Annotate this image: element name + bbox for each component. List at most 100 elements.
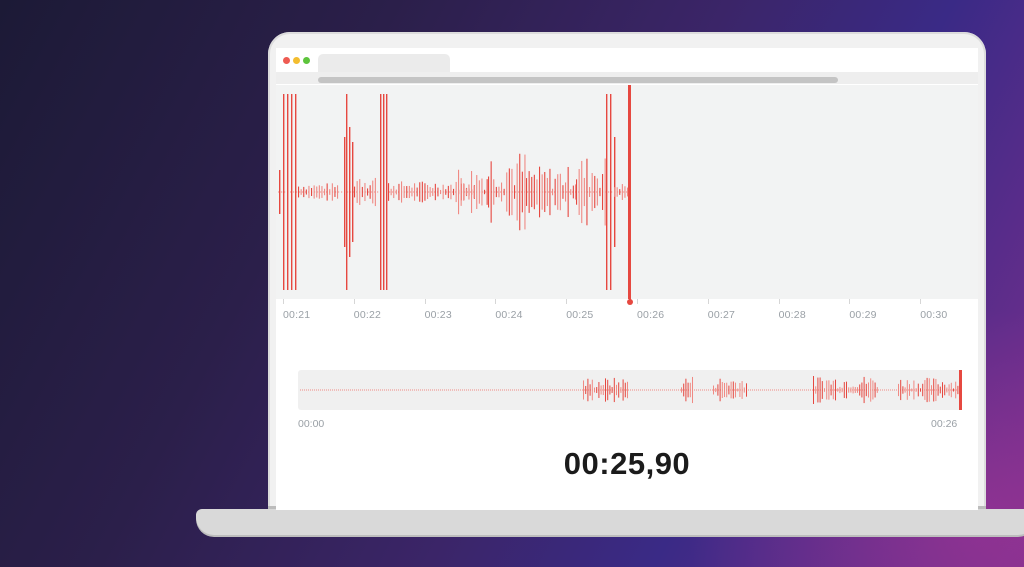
overview-bar [482, 389, 483, 391]
waveform-bar [331, 183, 333, 201]
overview-bar [516, 389, 517, 391]
timeline-label: 00:30 [920, 309, 948, 321]
overview-bar [750, 389, 751, 391]
browser-tab[interactable] [318, 54, 450, 72]
overview-bar [737, 388, 739, 392]
overview-bar [510, 389, 511, 391]
waveform-bar [516, 163, 518, 221]
overview-bar [876, 387, 878, 393]
overview-bar [758, 389, 759, 391]
waveform-bar [589, 187, 591, 197]
overview-bar [706, 389, 707, 391]
overview-bar [374, 389, 375, 391]
overview-waveform[interactable] [298, 370, 962, 410]
overview-bar [332, 389, 333, 391]
zoom-window-button[interactable] [303, 57, 310, 64]
overview-bar [591, 379, 593, 401]
waveform-bar [406, 186, 408, 198]
overview-bar [880, 389, 881, 391]
overview-bar [856, 389, 857, 391]
waveform-bar [557, 174, 559, 210]
waveform-bar [364, 182, 366, 202]
overview-bar [682, 389, 683, 391]
waveform-bar [445, 189, 447, 195]
overview-bar [420, 389, 421, 391]
timeline-label: 00:26 [637, 309, 665, 321]
overview-bar [500, 389, 501, 391]
overview-bar [522, 389, 523, 391]
minimize-window-button[interactable] [293, 57, 300, 64]
overview-bar [890, 389, 891, 391]
waveform-bar [293, 191, 295, 193]
horizontal-scrollbar[interactable] [318, 77, 838, 83]
overview-bar [782, 389, 783, 391]
waveform-bar [393, 185, 395, 199]
overview-bar [430, 389, 431, 391]
overview-bar [756, 389, 757, 391]
overview-bar [598, 382, 600, 398]
timeline-tick [920, 299, 922, 304]
waveform-bar [619, 189, 621, 195]
waveform-bar [458, 169, 460, 215]
waveform-bar [311, 188, 313, 196]
overview-bar [700, 389, 701, 391]
overview-bar [935, 378, 937, 402]
overview-bar [843, 382, 845, 398]
waveform-bar [604, 158, 606, 226]
overview-bar [666, 389, 667, 391]
overview-bar [957, 385, 959, 395]
overview-bar [490, 389, 491, 391]
overview-bar [578, 389, 579, 391]
waveform-bar [566, 191, 568, 193]
waveform-bar [369, 185, 371, 199]
overview-bar [717, 384, 719, 396]
waveform-bar [368, 191, 370, 193]
overview-bar [304, 389, 305, 391]
waveform-bar [514, 185, 516, 199]
overview-bar [814, 389, 815, 391]
overview-bar [514, 389, 515, 391]
overview-bar [398, 389, 399, 391]
overview-bar [836, 389, 837, 391]
playhead[interactable] [629, 85, 631, 301]
waveform-bar [453, 188, 455, 196]
overview-bar [948, 384, 950, 396]
waveform-bar [291, 94, 293, 290]
overview-bar [937, 384, 939, 396]
overview-bar [634, 389, 635, 391]
timeline-label: 00:24 [495, 309, 523, 321]
overview-bar [558, 389, 559, 391]
waveform-bar [359, 179, 361, 205]
overview-bar [356, 389, 357, 391]
overview-bar [808, 389, 809, 391]
overview-bar [656, 389, 657, 391]
overview-end-time: 00:26 [931, 418, 958, 430]
timeline-label: 00:23 [424, 309, 452, 321]
waveform-bar [414, 183, 416, 201]
overview-bar [928, 378, 930, 402]
overview-bar [678, 389, 679, 391]
overview-bar [630, 389, 631, 391]
waveform-bar [299, 191, 301, 193]
waveform-bar [497, 191, 499, 193]
overview-bar [784, 389, 785, 391]
waveform-editor[interactable] [276, 85, 978, 299]
title-bar [276, 48, 978, 72]
waveform-bar [424, 183, 426, 201]
overview-bar [342, 389, 343, 391]
overview-bar [583, 380, 584, 400]
overview-bar [732, 381, 734, 399]
overview-bar [904, 387, 906, 393]
waveform-bar [621, 184, 623, 200]
overview-bar [576, 389, 577, 391]
overview-bar [362, 389, 363, 391]
overview-bar [470, 389, 471, 391]
overview-bar [568, 389, 569, 391]
overview-bar [534, 389, 535, 391]
close-window-button[interactable] [283, 57, 290, 64]
timeline-tick [283, 299, 284, 304]
overview-bar [406, 389, 407, 391]
overview-bar [859, 384, 861, 396]
overview-bar [841, 387, 843, 393]
overview-bar [512, 389, 513, 391]
